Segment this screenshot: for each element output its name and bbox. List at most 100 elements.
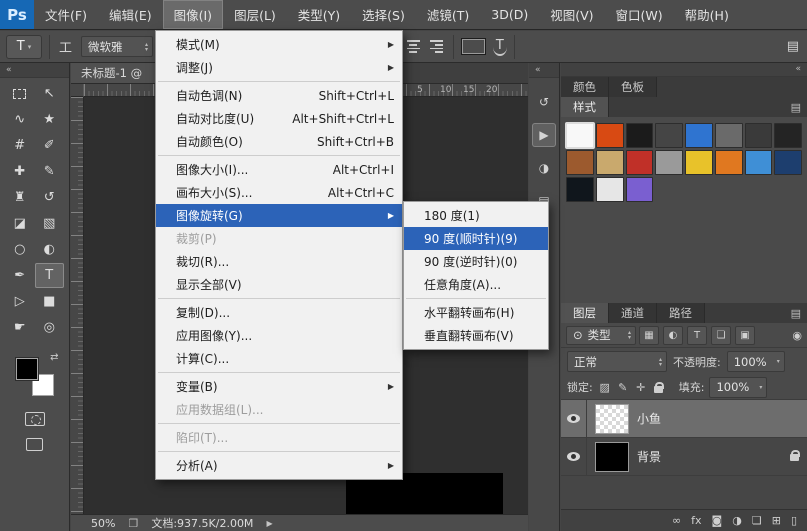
- shape-tool[interactable]: ■: [35, 289, 65, 314]
- style-swatch[interactable]: [715, 150, 743, 175]
- rotate-submenu-item[interactable]: 90 度(逆时针)(0): [404, 250, 548, 273]
- new-adjustment-layer-icon[interactable]: ◑: [732, 514, 742, 527]
- rectangular-marquee-tool[interactable]: [5, 81, 35, 106]
- menubar-item[interactable]: 图层(L): [223, 0, 287, 29]
- dock-adjustments-icon[interactable]: ◑: [532, 156, 556, 180]
- new-layer-icon[interactable]: ⊞: [772, 514, 781, 527]
- dock-collapse-button[interactable]: «: [529, 63, 559, 78]
- lock-position-icon[interactable]: ✛: [634, 381, 648, 394]
- image-menu-item[interactable]: 变量(B)▶: [156, 375, 402, 398]
- tab-layers[interactable]: 图层: [561, 303, 609, 323]
- screen-mode-button[interactable]: [26, 438, 43, 451]
- lock-all-icon[interactable]: [652, 382, 666, 393]
- image-menu-item[interactable]: 模式(M)▶: [156, 33, 402, 56]
- style-swatch[interactable]: [596, 177, 624, 202]
- style-swatch[interactable]: [626, 177, 654, 202]
- image-menu-item[interactable]: 调整(J)▶: [156, 56, 402, 79]
- visibility-toggle[interactable]: [561, 400, 587, 437]
- blur-tool[interactable]: ○: [5, 237, 35, 262]
- image-menu-item[interactable]: 图像旋转(G)▶: [156, 204, 402, 227]
- tab-swatches[interactable]: 色板: [609, 77, 657, 97]
- dodge-tool[interactable]: ◐: [35, 237, 65, 262]
- toolbar-collapse-button[interactable]: «: [0, 63, 69, 78]
- healing-brush-tool[interactable]: ✚: [5, 159, 35, 184]
- add-layer-mask-icon[interactable]: ◙: [712, 514, 723, 527]
- image-menu-item[interactable]: 分析(A)▶: [156, 454, 402, 477]
- tab-paths[interactable]: 路径: [657, 303, 705, 323]
- layer-row[interactable]: 小鱼: [561, 400, 807, 438]
- align-right-icon[interactable]: [427, 38, 446, 55]
- visibility-toggle[interactable]: [561, 438, 587, 475]
- panel-menu-icon[interactable]: ▤: [791, 101, 807, 114]
- image-menu-item[interactable]: 显示全部(V): [156, 273, 402, 296]
- fill-select[interactable]: 100% ▾: [709, 377, 767, 398]
- path-selection-tool[interactable]: ▷: [5, 289, 35, 314]
- image-menu-item[interactable]: 裁切(R)...: [156, 250, 402, 273]
- text-orientation-icon[interactable]: 工: [57, 37, 74, 56]
- style-swatch[interactable]: [626, 150, 654, 175]
- image-menu-item[interactable]: 画布大小(S)...Alt+Ctrl+C: [156, 181, 402, 204]
- toggle-panels-icon[interactable]: ▤: [785, 39, 801, 54]
- lock-transparent-pixels-icon[interactable]: ▨: [598, 381, 612, 394]
- gradient-tool[interactable]: ▧: [35, 211, 65, 236]
- filter-smart-objects-icon[interactable]: ▣: [735, 326, 755, 345]
- layer-filter-select[interactable]: ⊙ 类型 ▴▾: [566, 326, 636, 345]
- style-swatch[interactable]: [745, 123, 773, 148]
- menubar-item[interactable]: 图像(I): [163, 0, 223, 29]
- image-menu-item[interactable]: 自动对比度(U)Alt+Shift+Ctrl+L: [156, 107, 402, 130]
- style-swatch[interactable]: [596, 150, 624, 175]
- menubar-item[interactable]: 滤镜(T): [416, 0, 480, 29]
- style-swatch[interactable]: [566, 150, 594, 175]
- warp-text-icon[interactable]: T: [493, 38, 507, 56]
- style-swatch[interactable]: [566, 177, 594, 202]
- history-brush-tool[interactable]: ↺: [35, 185, 65, 210]
- lasso-tool[interactable]: ∿: [5, 107, 35, 132]
- clone-stamp-tool[interactable]: ♜: [5, 185, 35, 210]
- style-swatch[interactable]: [685, 123, 713, 148]
- filter-shape-layers-icon[interactable]: ❏: [711, 326, 731, 345]
- filter-adjustment-layers-icon[interactable]: ◐: [663, 326, 683, 345]
- style-swatch[interactable]: [626, 123, 654, 148]
- rotate-submenu-item[interactable]: 水平翻转画布(H): [404, 301, 548, 324]
- rotate-submenu-item[interactable]: 180 度(1): [404, 204, 548, 227]
- layer-thumbnail[interactable]: [595, 404, 629, 434]
- document-tab[interactable]: 未标题-1 @: [71, 63, 167, 83]
- zoom-tool[interactable]: ◎: [35, 315, 65, 340]
- rotate-submenu-item[interactable]: 任意角度(A)...: [404, 273, 548, 296]
- menubar-item[interactable]: 窗口(W): [605, 0, 674, 29]
- move-tool[interactable]: ↖: [35, 81, 65, 106]
- style-swatch[interactable]: [596, 123, 624, 148]
- style-swatch[interactable]: [774, 150, 802, 175]
- new-group-icon[interactable]: ❏: [752, 514, 762, 527]
- quick-mask-button[interactable]: [25, 412, 45, 426]
- hand-tool[interactable]: ☛: [5, 315, 35, 340]
- style-swatch[interactable]: [774, 123, 802, 148]
- tab-styles[interactable]: 样式: [561, 97, 609, 117]
- layer-thumbnail[interactable]: [595, 442, 629, 472]
- filter-toggle-icon[interactable]: ◉: [792, 329, 802, 342]
- dock-history-icon[interactable]: ↺: [532, 90, 556, 114]
- rotate-submenu-item[interactable]: 垂直翻转画布(V): [404, 324, 548, 347]
- image-menu-item[interactable]: 图像大小(I)...Alt+Ctrl+I: [156, 158, 402, 181]
- text-color-swatch[interactable]: [461, 38, 486, 55]
- type-tool[interactable]: T: [35, 263, 65, 288]
- style-swatch[interactable]: [566, 123, 594, 148]
- menubar-item[interactable]: 文件(F): [34, 0, 98, 29]
- layer-style-icon[interactable]: fx: [691, 514, 701, 527]
- eraser-tool[interactable]: ◪: [5, 211, 35, 236]
- dock-actions-icon[interactable]: ▶: [532, 123, 556, 147]
- zoom-level[interactable]: 50%: [91, 517, 115, 530]
- brush-tool[interactable]: ✎: [35, 159, 65, 184]
- menubar-item[interactable]: 帮助(H): [674, 0, 740, 29]
- opacity-select[interactable]: 100% ▾: [727, 351, 785, 372]
- panels-collapse-button[interactable]: «: [561, 63, 807, 77]
- eyedropper-tool[interactable]: ✐: [35, 133, 65, 158]
- style-swatch[interactable]: [715, 123, 743, 148]
- style-swatch[interactable]: [745, 150, 773, 175]
- menubar-item[interactable]: 3D(D): [480, 0, 539, 29]
- swap-colors-icon[interactable]: ⇄: [50, 352, 58, 363]
- status-menu-arrow-icon[interactable]: ▶: [266, 519, 272, 528]
- style-swatch[interactable]: [655, 150, 683, 175]
- foreground-color-chip[interactable]: [16, 358, 38, 380]
- image-menu-item[interactable]: 复制(D)...: [156, 301, 402, 324]
